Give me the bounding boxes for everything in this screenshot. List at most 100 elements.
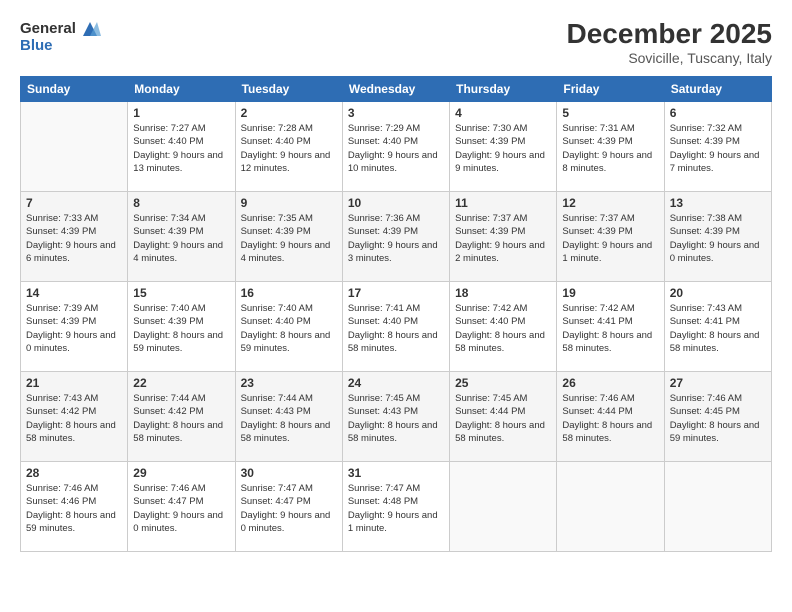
logo: General Blue (20, 18, 101, 55)
day-info: Sunrise: 7:28 AMSunset: 4:40 PMDaylight:… (241, 122, 337, 175)
calendar-cell: 28Sunrise: 7:46 AMSunset: 4:46 PMDayligh… (21, 462, 128, 552)
subtitle: Sovicille, Tuscany, Italy (567, 50, 772, 66)
day-number: 8 (133, 196, 229, 210)
day-number: 3 (348, 106, 444, 120)
calendar-cell: 22 Sunrise: 7:44 AMSunset: 4:42 PMDayligh… (128, 372, 235, 462)
calendar-cell: 3Sunrise: 7:29 AMSunset: 4:40 PMDaylight… (342, 102, 449, 192)
day-info: Sunrise: 7:45 AMSunset: 4:44 PMDaylight:… (455, 392, 551, 445)
day-number: 31 (348, 466, 444, 480)
calendar-cell: 26 Sunrise: 7:46 AMSunset: 4:44 PMDayligh… (557, 372, 664, 462)
calendar-cell: 29Sunrise: 7:46 AMSunset: 4:47 PMDayligh… (128, 462, 235, 552)
day-info: Sunrise: 7:43 AMSunset: 4:42 PMDaylight:… (26, 392, 122, 445)
day-info: Sunrise: 7:47 AMSunset: 4:47 PMDaylight:… (241, 482, 337, 535)
day-number: 2 (241, 106, 337, 120)
day-number: 5 (562, 106, 658, 120)
calendar-cell: 13 Sunrise: 7:38 AMSunset: 4:39 PMDayligh… (664, 192, 771, 282)
day-info: Sunrise: 7:42 AMSunset: 4:41 PMDaylight:… (562, 302, 658, 355)
col-header-saturday: Saturday (664, 77, 771, 102)
day-info: Sunrise: 7:40 AMSunset: 4:39 PMDaylight:… (133, 302, 229, 355)
day-number: 20 (670, 286, 766, 300)
day-info: Sunrise: 7:30 AMSunset: 4:39 PMDaylight:… (455, 122, 551, 175)
day-info: Sunrise: 7:46 AMSunset: 4:46 PMDaylight:… (26, 482, 122, 535)
calendar-cell: 5Sunrise: 7:31 AMSunset: 4:39 PMDaylight… (557, 102, 664, 192)
calendar-week-1: 1 Sunrise: 7:27 AMSunset: 4:40 PMDaylight… (21, 102, 772, 192)
calendar-cell: 4 Sunrise: 7:30 AMSunset: 4:39 PMDaylight… (450, 102, 557, 192)
day-number: 17 (348, 286, 444, 300)
day-info: Sunrise: 7:46 AMSunset: 4:47 PMDaylight:… (133, 482, 229, 535)
calendar-cell: 11Sunrise: 7:37 AMSunset: 4:39 PMDayligh… (450, 192, 557, 282)
day-number: 15 (133, 286, 229, 300)
col-header-friday: Friday (557, 77, 664, 102)
calendar-cell: 19 Sunrise: 7:42 AMSunset: 4:41 PMDayligh… (557, 282, 664, 372)
calendar-cell: 8 Sunrise: 7:34 AMSunset: 4:39 PMDaylight… (128, 192, 235, 282)
day-number: 22 (133, 376, 229, 390)
calendar-cell: 24 Sunrise: 7:45 AMSunset: 4:43 PMDayligh… (342, 372, 449, 462)
day-number: 18 (455, 286, 551, 300)
calendar-cell: 27 Sunrise: 7:46 AMSunset: 4:45 PMDayligh… (664, 372, 771, 462)
calendar-cell: 20 Sunrise: 7:43 AMSunset: 4:41 PMDayligh… (664, 282, 771, 372)
calendar-week-4: 21 Sunrise: 7:43 AMSunset: 4:42 PMDayligh… (21, 372, 772, 462)
col-header-wednesday: Wednesday (342, 77, 449, 102)
day-info: Sunrise: 7:44 AMSunset: 4:42 PMDaylight:… (133, 392, 229, 445)
day-number: 13 (670, 196, 766, 210)
day-info: Sunrise: 7:37 AMSunset: 4:39 PMDaylight:… (562, 212, 658, 265)
calendar: SundayMondayTuesdayWednesdayThursdayFrid… (20, 76, 772, 552)
logo-icon (79, 18, 101, 40)
day-number: 21 (26, 376, 122, 390)
calendar-week-3: 14 Sunrise: 7:39 AMSunset: 4:39 PMDayligh… (21, 282, 772, 372)
main-title: December 2025 (567, 18, 772, 50)
logo-blue: Blue (20, 38, 53, 55)
page: General Blue December 2025 Sovicille, Tu… (0, 0, 792, 612)
day-info: Sunrise: 7:39 AMSunset: 4:39 PMDaylight:… (26, 302, 122, 355)
calendar-cell: 31 Sunrise: 7:47 AMSunset: 4:48 PMDayligh… (342, 462, 449, 552)
day-info: Sunrise: 7:46 AMSunset: 4:45 PMDaylight:… (670, 392, 766, 445)
calendar-cell: 18Sunrise: 7:42 AMSunset: 4:40 PMDayligh… (450, 282, 557, 372)
title-block: December 2025 Sovicille, Tuscany, Italy (567, 18, 772, 66)
col-header-thursday: Thursday (450, 77, 557, 102)
col-header-sunday: Sunday (21, 77, 128, 102)
calendar-cell: 23 Sunrise: 7:44 AMSunset: 4:43 PMDayligh… (235, 372, 342, 462)
calendar-cell: 6Sunrise: 7:32 AMSunset: 4:39 PMDaylight… (664, 102, 771, 192)
day-number: 4 (455, 106, 551, 120)
day-info: Sunrise: 7:43 AMSunset: 4:41 PMDaylight:… (670, 302, 766, 355)
day-info: Sunrise: 7:46 AMSunset: 4:44 PMDaylight:… (562, 392, 658, 445)
calendar-cell: 16Sunrise: 7:40 AMSunset: 4:40 PMDayligh… (235, 282, 342, 372)
day-number: 26 (562, 376, 658, 390)
header: General Blue December 2025 Sovicille, Tu… (20, 18, 772, 66)
day-info: Sunrise: 7:27 AMSunset: 4:40 PMDaylight:… (133, 122, 229, 175)
day-info: Sunrise: 7:41 AMSunset: 4:40 PMDaylight:… (348, 302, 444, 355)
day-info: Sunrise: 7:32 AMSunset: 4:39 PMDaylight:… (670, 122, 766, 175)
calendar-cell (664, 462, 771, 552)
day-info: Sunrise: 7:40 AMSunset: 4:40 PMDaylight:… (241, 302, 337, 355)
day-number: 23 (241, 376, 337, 390)
col-header-tuesday: Tuesday (235, 77, 342, 102)
calendar-cell: 25Sunrise: 7:45 AMSunset: 4:44 PMDayligh… (450, 372, 557, 462)
day-number: 1 (133, 106, 229, 120)
day-info: Sunrise: 7:35 AMSunset: 4:39 PMDaylight:… (241, 212, 337, 265)
calendar-cell: 17 Sunrise: 7:41 AMSunset: 4:40 PMDayligh… (342, 282, 449, 372)
day-info: Sunrise: 7:47 AMSunset: 4:48 PMDaylight:… (348, 482, 444, 535)
day-info: Sunrise: 7:44 AMSunset: 4:43 PMDaylight:… (241, 392, 337, 445)
calendar-cell: 10Sunrise: 7:36 AMSunset: 4:39 PMDayligh… (342, 192, 449, 282)
calendar-cell: 15 Sunrise: 7:40 AMSunset: 4:39 PMDayligh… (128, 282, 235, 372)
day-number: 12 (562, 196, 658, 210)
day-number: 11 (455, 196, 551, 210)
calendar-week-2: 7Sunrise: 7:33 AMSunset: 4:39 PMDaylight… (21, 192, 772, 282)
day-number: 27 (670, 376, 766, 390)
day-info: Sunrise: 7:36 AMSunset: 4:39 PMDaylight:… (348, 212, 444, 265)
col-header-monday: Monday (128, 77, 235, 102)
day-info: Sunrise: 7:45 AMSunset: 4:43 PMDaylight:… (348, 392, 444, 445)
calendar-cell (450, 462, 557, 552)
calendar-cell: 21 Sunrise: 7:43 AMSunset: 4:42 PMDayligh… (21, 372, 128, 462)
day-info: Sunrise: 7:34 AMSunset: 4:39 PMDaylight:… (133, 212, 229, 265)
day-number: 19 (562, 286, 658, 300)
day-info: Sunrise: 7:38 AMSunset: 4:39 PMDaylight:… (670, 212, 766, 265)
day-number: 7 (26, 196, 122, 210)
day-number: 9 (241, 196, 337, 210)
calendar-week-5: 28Sunrise: 7:46 AMSunset: 4:46 PMDayligh… (21, 462, 772, 552)
logo-general: General (20, 21, 76, 38)
calendar-cell: 9 Sunrise: 7:35 AMSunset: 4:39 PMDaylight… (235, 192, 342, 282)
day-number: 14 (26, 286, 122, 300)
calendar-cell: 12 Sunrise: 7:37 AMSunset: 4:39 PMDayligh… (557, 192, 664, 282)
day-number: 24 (348, 376, 444, 390)
